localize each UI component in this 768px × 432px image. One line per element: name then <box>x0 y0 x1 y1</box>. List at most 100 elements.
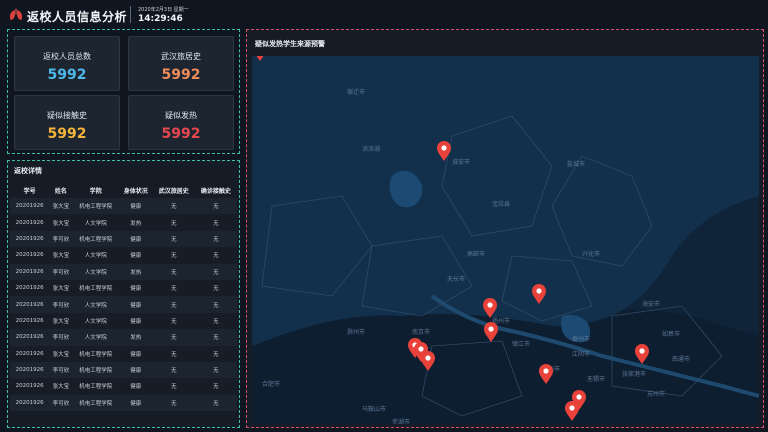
stats-panel: 返校人员总数 5992 武汉旅居史 5992 疑似接触史 5992 疑似发热 5… <box>7 29 240 154</box>
table-cell: 机电工程学院 <box>79 286 113 293</box>
details-panel: 返校详情 学号 姓名 学院 身体状况 武汉旅居史 确诊接触史 20201926 张… <box>7 160 240 428</box>
table-cell: 机电工程学院 <box>79 400 113 407</box>
column-header: 学院 <box>89 188 102 195</box>
table-cell: 无 <box>213 236 219 243</box>
table-cell: 人文学院 <box>84 318 107 325</box>
header-time: 14:29:46 <box>138 14 183 24</box>
table-cell: 人文学院 <box>84 253 107 260</box>
stat-value: 5992 <box>47 67 87 83</box>
details-title: 返校详情 <box>14 167 42 175</box>
table-row[interactable]: 20201926 李可欣 机电工程学院 健康 无 无 <box>10 230 237 248</box>
map-city-label: 南通市 <box>672 355 690 363</box>
table-cell: 发热 <box>130 269 142 276</box>
map-city-label: 南京市 <box>412 328 430 336</box>
table-cell: 健康 <box>130 204 142 211</box>
map-city-label: 宿迁市 <box>347 88 365 96</box>
column-header: 学号 <box>23 188 36 195</box>
table-cell: 无 <box>170 286 177 293</box>
map-title: 疑似发热学生来源预警 <box>255 40 325 48</box>
map-city-label: 兴化市 <box>582 250 600 258</box>
column-header: 姓名 <box>54 188 67 195</box>
stat-value: 5992 <box>161 67 201 83</box>
table-cell: 无 <box>213 286 219 293</box>
table-cell: 无 <box>170 253 177 260</box>
table-cell: 李可欣 <box>52 368 70 375</box>
table-row[interactable]: 20201926 张大宝 机电工程学院 健康 无 无 <box>10 279 237 297</box>
table-cell: 无 <box>170 269 177 276</box>
stat-label: 疑似发热 <box>165 111 197 120</box>
table-row[interactable]: 20201926 李可欣 人文学院 发热 无 无 <box>10 263 237 280</box>
table-cell: 20201926 <box>15 235 44 242</box>
stat-card-fever: 疑似发热 5992 <box>128 95 234 150</box>
table-row[interactable]: 20201926 李可欣 机电工程学院 健康 无 无 <box>10 361 237 379</box>
table-cell: 健康 <box>130 368 142 375</box>
map-city-label: 天长市 <box>447 275 465 283</box>
table-cell: 健康 <box>130 351 142 358</box>
table-cell: 李可欣 <box>52 400 70 407</box>
table-row[interactable]: 20201926 张大宝 人文学院 健康 无 无 <box>10 312 237 330</box>
stat-card-contact: 疑似接触史 5992 <box>14 95 120 150</box>
table-cell: 无 <box>170 302 177 309</box>
table-cell: 无 <box>213 269 219 276</box>
table-cell: 机电工程学院 <box>79 384 113 391</box>
table-cell: 20201926 <box>15 367 44 374</box>
stat-value: 5992 <box>161 126 201 142</box>
map-city-label: 江阴市 <box>572 350 590 358</box>
table-cell: 20201926 <box>15 301 44 308</box>
table-cell: 健康 <box>130 318 142 325</box>
table-cell: 健康 <box>130 384 142 391</box>
map-city-label: 合肥市 <box>262 380 280 388</box>
table-cell: 20201926 <box>15 252 44 259</box>
table-row[interactable]: 20201926 李可欣 机电工程学院 健康 无 无 <box>10 394 237 412</box>
stat-card-wuhan: 武汉旅居史 5992 <box>128 36 234 91</box>
table-row[interactable]: 20201926 张大宝 机电工程学院 健康 无 无 <box>10 198 237 215</box>
table-row[interactable]: 20201926 李可欣 人文学院 发热 无 无 <box>10 329 237 346</box>
table-cell: 张大宝 <box>52 253 70 260</box>
table-cell: 无 <box>170 351 177 358</box>
table-cell: 无 <box>213 253 219 260</box>
table-cell: 无 <box>213 384 219 391</box>
table-cell: 无 <box>170 318 177 325</box>
header-date: 2020年2月3日 星期一 <box>138 7 189 13</box>
table-row[interactable]: 20201926 张大宝 机电工程学院 健康 无 无 <box>10 345 237 362</box>
map-panel: 疑似发热学生来源预警 宿迁市 淮安市 洪泽湖 盐城市 扬州市 泰州市 镇江市 南京市 合肥市 马鞍… <box>246 29 764 428</box>
column-header: 身体状况 <box>123 188 148 195</box>
map-city-label: 洪泽湖 <box>362 145 380 153</box>
stat-label: 武汉旅居史 <box>161 52 201 61</box>
table-cell: 张大宝 <box>52 384 70 391</box>
map-city-label: 如皋市 <box>662 330 680 338</box>
table-cell: 李可欣 <box>52 335 70 342</box>
table-cell: 20201926 <box>15 350 44 357</box>
map-city-label: 盐城市 <box>567 160 585 168</box>
map-city-label: 滁州市 <box>347 328 365 336</box>
table-row[interactable]: 20201926 李可欣 人文学院 健康 无 无 <box>10 296 237 313</box>
table-cell: 人文学院 <box>84 302 107 309</box>
table-cell: 无 <box>213 351 219 358</box>
header-divider <box>130 6 131 23</box>
table-cell: 张大宝 <box>52 204 70 211</box>
map-city-label: 淮安市 <box>452 158 470 166</box>
table-cell: 无 <box>213 400 219 407</box>
map-city-label: 马鞍山市 <box>362 405 386 413</box>
table-cell: 20201926 <box>15 383 44 390</box>
table-cell: 20201926 <box>15 399 44 406</box>
table-cell: 张大宝 <box>52 351 70 358</box>
table-cell: 张大宝 <box>52 318 70 325</box>
table-cell: 机电工程学院 <box>79 236 113 243</box>
table-row[interactable]: 20201926 张大宝 人文学院 发热 无 无 <box>10 214 237 231</box>
table-row[interactable]: 20201926 张大宝 机电工程学院 健康 无 无 <box>10 378 237 395</box>
column-header: 武汉旅居史 <box>158 188 189 195</box>
map-city-label: 镇江市 <box>512 340 530 348</box>
app-header: 返校人员信息分析 2020年2月3日 星期一 14:29:46 <box>0 0 768 28</box>
map-city-label: 苏州市 <box>647 390 665 398</box>
table-cell: 20201926 <box>15 334 44 341</box>
table-cell: 人文学院 <box>84 220 107 227</box>
table-cell: 张大宝 <box>52 286 70 293</box>
table-cell: 机电工程学院 <box>79 204 113 211</box>
stat-card-total: 返校人员总数 5992 <box>14 36 120 91</box>
table-row[interactable]: 20201926 张大宝 人文学院 健康 无 无 <box>10 247 237 264</box>
stat-value: 5992 <box>47 126 87 142</box>
table-cell: 李可欣 <box>52 302 70 309</box>
map-canvas[interactable]: 宿迁市淮安市洪泽湖盐城市扬州市泰州市镇江市南京市合肥市马鞍山市芜湖市南通市常州市… <box>252 56 759 424</box>
table-cell: 人文学院 <box>84 269 107 276</box>
